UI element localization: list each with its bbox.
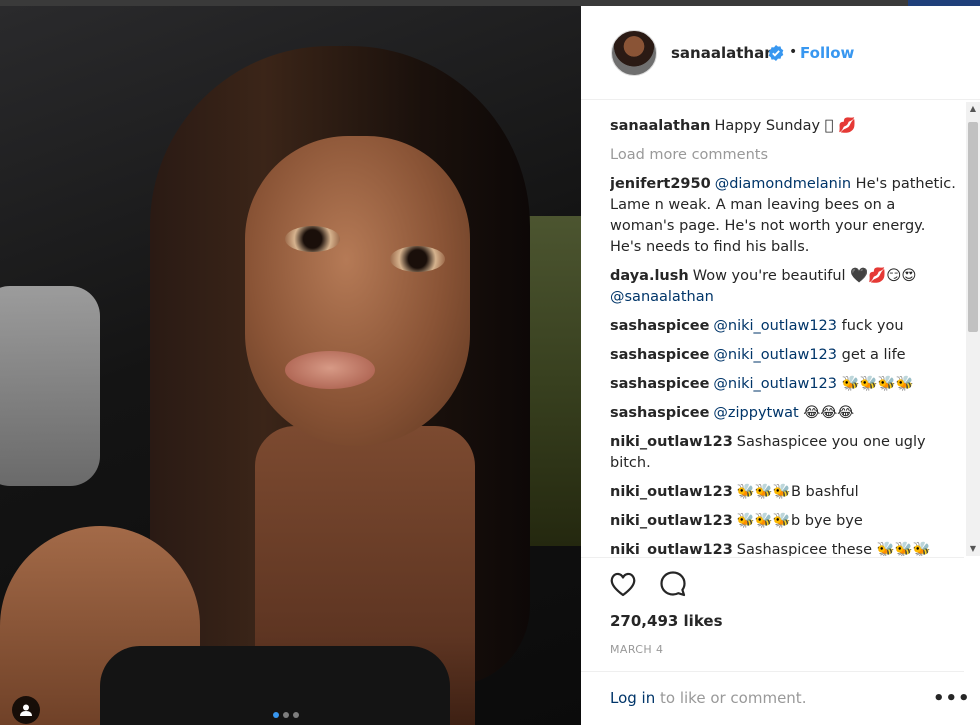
comment-text: get a life [837,347,906,363]
caption-user[interactable]: sanaalathan [610,118,710,134]
verified-badge-icon [768,45,784,61]
avatar[interactable] [611,30,657,76]
caption-text: Happy Sunday 🏽 💋 [714,118,857,134]
comment-user[interactable]: sashaspicee [610,318,709,334]
post-date[interactable]: MARCH 4 [610,643,663,656]
comment-user[interactable]: niki_outlaw123 [610,542,733,556]
comment-text: Wow you're beautiful 🖤💋😏😍 [692,268,917,284]
car-seat [0,286,100,486]
carousel-dots [273,712,299,718]
photo-face [245,136,470,446]
comment-item: sashaspicee @niki_outlaw123 🐝🐝🐝🐝 [610,374,960,395]
user-tag-icon[interactable] [12,696,40,724]
like-heart-icon[interactable] [608,569,638,599]
carousel-dot [293,712,299,718]
comment-mention[interactable]: @diamondmelanin [715,176,851,192]
comment-text: fuck you [837,318,904,334]
comment-user[interactable]: daya.lush [610,268,689,284]
comment-mention[interactable]: @niki_outlaw123 [713,347,837,363]
more-options-button[interactable]: ••• [933,688,971,709]
comment-item: niki_outlaw123 🐝🐝🐝b bye bye [610,511,960,532]
photo-lips [285,351,375,389]
comment-mention[interactable]: @niki_outlaw123 [713,318,837,334]
comments-scrollbar[interactable]: ▲ ▼ [966,102,980,556]
comment-item: sashaspicee @zippytwat 😂😂😂 [610,403,960,424]
caption: sanaalathan Happy Sunday 🏽 💋 [610,116,960,137]
comment-user[interactable]: sashaspicee [610,376,709,392]
likes-count[interactable]: 270,493 likes [610,612,723,630]
comment-mention[interactable]: @niki_outlaw123 [713,376,837,392]
separator-dot: • [789,44,798,60]
follow-button[interactable]: Follow [800,44,854,62]
comment-item: niki_outlaw123 Sashaspicee you one ugly b… [610,432,960,474]
comment-user[interactable]: sashaspicee [610,405,709,421]
comment-text: 🐝🐝🐝b bye bye [736,513,863,529]
comment-user[interactable]: sashaspicee [610,347,709,363]
post-header: sanaalathan • Follow [581,6,980,100]
post-photo[interactable] [0,6,581,725]
comment-mention[interactable]: @zippytwat [713,405,798,421]
carousel-dot [283,712,289,718]
scroll-down-arrow-icon[interactable]: ▼ [966,542,980,556]
scroll-up-arrow-icon[interactable]: ▲ [966,102,980,116]
comment-user[interactable]: niki_outlaw123 [610,434,733,450]
comment-text: 😂😂😂 [798,405,855,421]
scrollbar-thumb[interactable] [968,122,978,332]
comment-user[interactable]: niki_outlaw123 [610,513,733,529]
comments-list[interactable]: sanaalathan Happy Sunday 🏽 💋 Load more co… [610,106,960,556]
comment-mention[interactable]: @sanaalathan [610,289,714,305]
comment-text: 🐝🐝🐝B bashful [736,484,859,500]
comment-item: jenifert2950 @diamondmelanin He's patheti… [610,174,960,258]
photo-eye-left [285,226,340,252]
comment-item: daya.lush Wow you're beautiful 🖤💋😏😍 @sana… [610,266,960,308]
comment-item: sashaspicee @niki_outlaw123 get a life [610,345,960,366]
load-more-comments-link[interactable]: Load more comments [610,145,960,166]
login-prompt-text: to like or comment. [655,689,807,707]
post-side-panel: sanaalathan • Follow sanaalathan Happy Su… [581,6,980,725]
photo-eye-right [390,246,445,272]
comment-item: niki_outlaw123 Sashaspicee these 🐝🐝🐝 [610,540,960,556]
comment-text: Sashaspicee these 🐝🐝🐝 [736,542,931,556]
comment-item: niki_outlaw123 🐝🐝🐝B bashful [610,482,960,503]
comment-item: sashaspicee @niki_outlaw123 fuck you [610,316,960,337]
carousel-dot [273,712,279,718]
author-handle[interactable]: sanaalathan [671,44,775,62]
login-link[interactable]: Log in [610,689,655,707]
comment-user[interactable]: jenifert2950 [610,176,711,192]
comment-bubble-icon[interactable] [658,569,688,599]
divider [581,557,964,558]
comment-text: 🐝🐝🐝🐝 [837,376,914,392]
login-prompt: Log in to like or comment. [610,689,806,707]
comment-user[interactable]: niki_outlaw123 [610,484,733,500]
divider [581,671,964,672]
